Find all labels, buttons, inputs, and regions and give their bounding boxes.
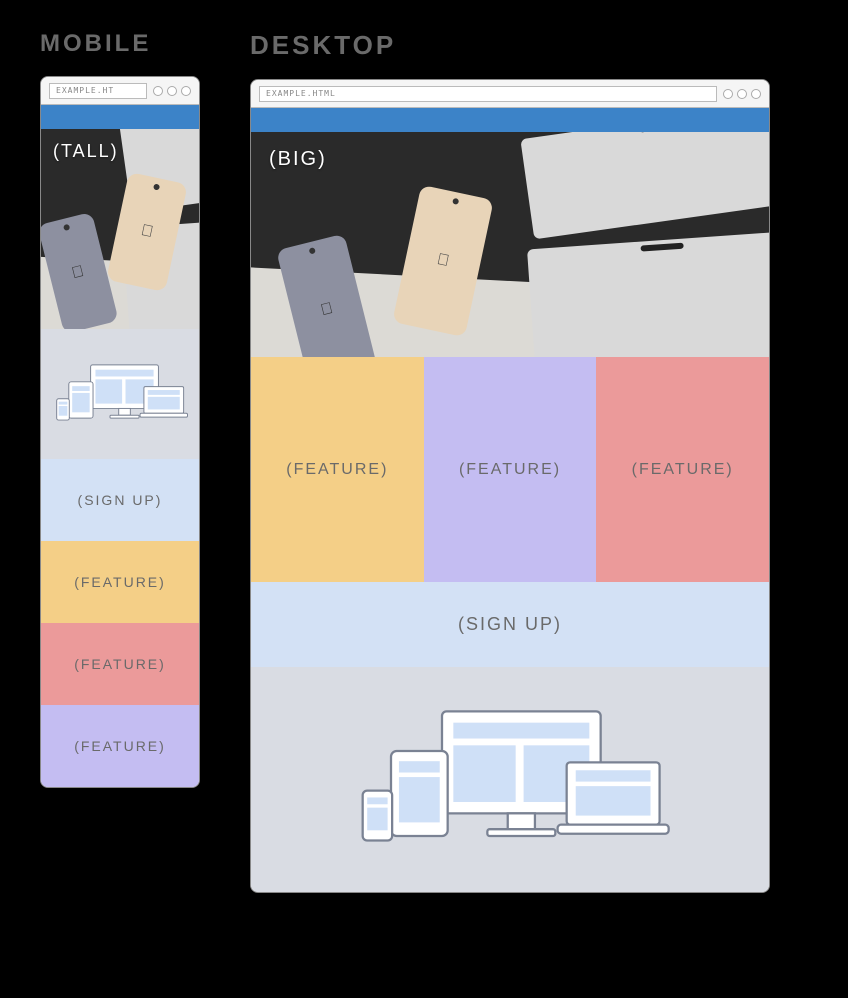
mobile-browser-frame: EXAMPLE.HT   (TALL) bbox=[40, 76, 200, 788]
laptop-icon bbox=[527, 231, 769, 357]
desktop-column: DESKTOP EXAMPLE.HTML  bbox=[250, 30, 770, 893]
responsive-devices-icon bbox=[340, 700, 680, 859]
mobile-signup-block: (SIGN UP) bbox=[41, 459, 199, 541]
diagram-columns: MOBILE EXAMPLE.HT   bbox=[40, 30, 808, 893]
desktop-feature-block-1: (FEATURE) bbox=[251, 357, 424, 582]
mobile-column: MOBILE EXAMPLE.HT   bbox=[40, 30, 200, 788]
desktop-address-bar: EXAMPLE.HTML bbox=[259, 86, 717, 102]
window-dot-icon bbox=[723, 89, 733, 99]
desktop-signup-block: (SIGN UP) bbox=[251, 582, 769, 667]
desktop-hero-block:   (BIG) bbox=[251, 132, 769, 357]
mobile-feature-block-1: (FEATURE) bbox=[41, 541, 199, 623]
laptop-icon bbox=[520, 132, 769, 239]
mobile-hero-label: (TALL) bbox=[53, 141, 119, 162]
mobile-heading: MOBILE bbox=[40, 30, 200, 58]
desktop-viewport:   (BIG) (FEATURE) (FEATURE) (FEATURE) … bbox=[251, 108, 769, 892]
hero-photo:   bbox=[251, 132, 769, 357]
desktop-feature-block-3: (FEATURE) bbox=[596, 357, 769, 582]
window-dot-icon bbox=[167, 86, 177, 96]
mobile-address-bar: EXAMPLE.HT bbox=[49, 83, 147, 99]
desktop-features-row: (FEATURE) (FEATURE) (FEATURE) bbox=[251, 357, 769, 582]
mobile-viewport:   (TALL) bbox=[41, 105, 199, 787]
desktop-header-bar bbox=[251, 108, 769, 132]
responsive-devices-icon bbox=[47, 360, 192, 428]
desktop-feature-block-2: (FEATURE) bbox=[424, 357, 597, 582]
mobile-feature-block-2: (FEATURE) bbox=[41, 623, 199, 705]
mobile-hero-block:   (TALL) bbox=[41, 129, 199, 329]
desktop-browser-frame: EXAMPLE.HTML   (BIG bbox=[250, 79, 770, 893]
mobile-browser-chrome: EXAMPLE.HT bbox=[41, 77, 199, 105]
mobile-header-bar bbox=[41, 105, 199, 129]
mobile-illustration-block bbox=[41, 329, 199, 459]
desktop-hero-label: (BIG) bbox=[269, 148, 327, 171]
window-dot-icon bbox=[181, 86, 191, 96]
window-dot-icon bbox=[751, 89, 761, 99]
mobile-feature-block-3: (FEATURE) bbox=[41, 705, 199, 787]
desktop-illustration-block bbox=[251, 667, 769, 892]
desktop-browser-chrome: EXAMPLE.HTML bbox=[251, 80, 769, 108]
window-dot-icon bbox=[737, 89, 747, 99]
mobile-window-controls bbox=[153, 86, 191, 96]
desktop-window-controls bbox=[723, 89, 761, 99]
window-dot-icon bbox=[153, 86, 163, 96]
desktop-heading: DESKTOP bbox=[250, 30, 770, 61]
